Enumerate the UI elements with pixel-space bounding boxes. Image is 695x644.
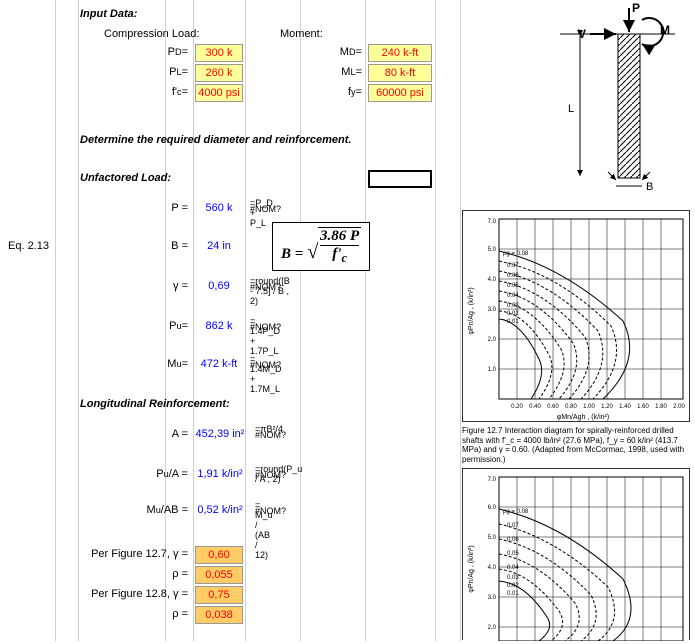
svg-text:0.03: 0.03 [507, 303, 519, 309]
input-pd[interactable]: 300 k [195, 44, 243, 62]
svg-text:2.0: 2.0 [488, 337, 497, 343]
svg-text:φMn/Agh , (k/in²): φMn/Agh , (k/in²) [557, 414, 609, 421]
diagram-label-b: B [646, 181, 653, 192]
label-fc: f'c = [120, 86, 188, 98]
input-md[interactable]: 240 k-ft [368, 44, 432, 62]
svg-text:4.0: 4.0 [488, 565, 497, 571]
svg-text:ρg = 0.08: ρg = 0.08 [503, 509, 529, 515]
input-ml[interactable]: 80 k-ft [368, 64, 432, 82]
svg-text:1.40: 1.40 [619, 404, 631, 410]
input-rho2[interactable]: 0,038 [195, 606, 243, 624]
value-mu: 472 k-ft [195, 358, 243, 370]
svg-text:0.02: 0.02 [507, 311, 519, 317]
label-rho2: ρ = [120, 608, 188, 620]
column-diagram: P V M L B [500, 2, 680, 192]
svg-text:6.0: 6.0 [488, 505, 497, 511]
value-p: 560 k [195, 202, 243, 214]
label-pd: PD = [120, 46, 188, 58]
heading-unfactored: Unfactored Load: [80, 172, 171, 184]
svg-text:0.03: 0.03 [507, 575, 519, 581]
svg-text:1.60: 1.60 [637, 404, 649, 410]
label-fig127: Per Figure 12.7, γ = [80, 548, 188, 560]
svg-text:0.04: 0.04 [507, 565, 519, 571]
heading-longitudinal: Longitudinal Reinforcement: [80, 398, 230, 410]
label-a: A = [120, 428, 188, 440]
input-fc[interactable]: 4000 psi [195, 84, 243, 102]
svg-text:7.0: 7.0 [488, 477, 497, 483]
diagram-label-l: L [568, 103, 574, 115]
svg-text:0.05: 0.05 [507, 551, 519, 557]
svg-text:0.02: 0.02 [507, 583, 519, 589]
diagram-label-m: M [660, 23, 670, 37]
chart-caption-127: Figure 12.7 Interaction diagram for spir… [462, 426, 690, 464]
input-fig128-gamma[interactable]: 0,75 [195, 586, 243, 604]
input-rho1[interactable]: 0,055 [195, 566, 243, 584]
svg-text:3.0: 3.0 [488, 595, 497, 601]
diagram-label-v: V [578, 27, 586, 41]
svg-text:7.0: 7.0 [488, 219, 497, 225]
chart-fig128: ρg = 0.08 0.07 0.06 0.05 0.04 0.03 0.02 0.01… [462, 468, 690, 640]
label-pua: Pu/A = [100, 468, 188, 480]
label-rho1: ρ = [120, 568, 188, 580]
label-compression-load: Compression Load: [104, 28, 199, 40]
svg-text:2.00: 2.00 [673, 404, 685, 410]
label-fy: fy = [300, 86, 362, 98]
svg-text:5.0: 5.0 [488, 535, 497, 541]
label-ml: ML = [300, 66, 362, 78]
label-md: MD = [300, 46, 362, 58]
svg-text:0.20: 0.20 [511, 404, 523, 410]
heading-input-data: Input Data: [80, 8, 137, 20]
heading-determine: Determine the required diameter and rein… [80, 134, 351, 146]
value-pu: 862 k [195, 320, 243, 332]
svg-text:φPn/Ag , (k/in²): φPn/Ag , (k/in²) [468, 545, 475, 592]
label-mu: Mu = [110, 358, 188, 370]
label-p: P = [120, 202, 188, 214]
svg-text:0.04: 0.04 [507, 293, 519, 299]
svg-text:0.40: 0.40 [529, 404, 541, 410]
value-pua: 1,91 k/in² [192, 468, 248, 480]
svg-text:3.0: 3.0 [488, 307, 497, 313]
svg-text:1.20: 1.20 [601, 404, 613, 410]
label-muab: Mu/AB = [100, 504, 188, 516]
svg-text:ρg = 0.08: ρg = 0.08 [503, 251, 529, 257]
label-b: B = [120, 240, 188, 252]
svg-text:0.06: 0.06 [507, 273, 519, 279]
value-a: 452,39 in² [192, 428, 248, 440]
svg-text:5.0: 5.0 [488, 247, 497, 253]
empty-outlined-cell[interactable] [368, 170, 432, 188]
label-pu: Pu = [120, 320, 188, 332]
input-pl[interactable]: 260 k [195, 64, 243, 82]
svg-text:0.01: 0.01 [507, 319, 519, 325]
eq-ref-213: Eq. 2.13 [8, 240, 49, 252]
value-gamma: 0,69 [195, 280, 243, 292]
spreadsheet-sheet: Input Data: Compression Load: Moment: PD… [0, 0, 695, 641]
svg-text:0.01: 0.01 [507, 591, 519, 597]
label-fig128: Per Figure 12.8, γ = [80, 588, 188, 600]
svg-text:1.00: 1.00 [583, 404, 595, 410]
svg-text:0.07: 0.07 [507, 263, 519, 269]
diagram-label-p: P [632, 2, 640, 15]
input-fig127-gamma[interactable]: 0,60 [195, 546, 243, 564]
svg-text:0.06: 0.06 [507, 537, 519, 543]
svg-text:0.07: 0.07 [507, 523, 519, 529]
svg-text:0.05: 0.05 [507, 283, 519, 289]
svg-text:1.0: 1.0 [488, 367, 497, 373]
value-muab: 0,52 k/in² [192, 504, 248, 516]
svg-text:0.60: 0.60 [547, 404, 559, 410]
input-fy[interactable]: 60000 psi [368, 84, 432, 102]
value-b: 24 in [195, 240, 243, 252]
svg-text:0.80: 0.80 [565, 404, 577, 410]
label-pl: PL = [120, 66, 188, 78]
svg-text:φPn/Ag , (k/in²): φPn/Ag , (k/in²) [468, 287, 475, 334]
label-gamma: γ = [120, 280, 188, 292]
svg-text:4.0: 4.0 [488, 277, 497, 283]
svg-text:2.0: 2.0 [488, 625, 497, 631]
svg-text:1.80: 1.80 [655, 404, 667, 410]
label-moment: Moment: [280, 28, 323, 40]
chart-fig127: ρg = 0.08 0.07 0.06 0.05 0.04 0.03 0.02 … [462, 210, 690, 422]
formula-b-image: B = √3.86 Pf'c [272, 222, 370, 271]
